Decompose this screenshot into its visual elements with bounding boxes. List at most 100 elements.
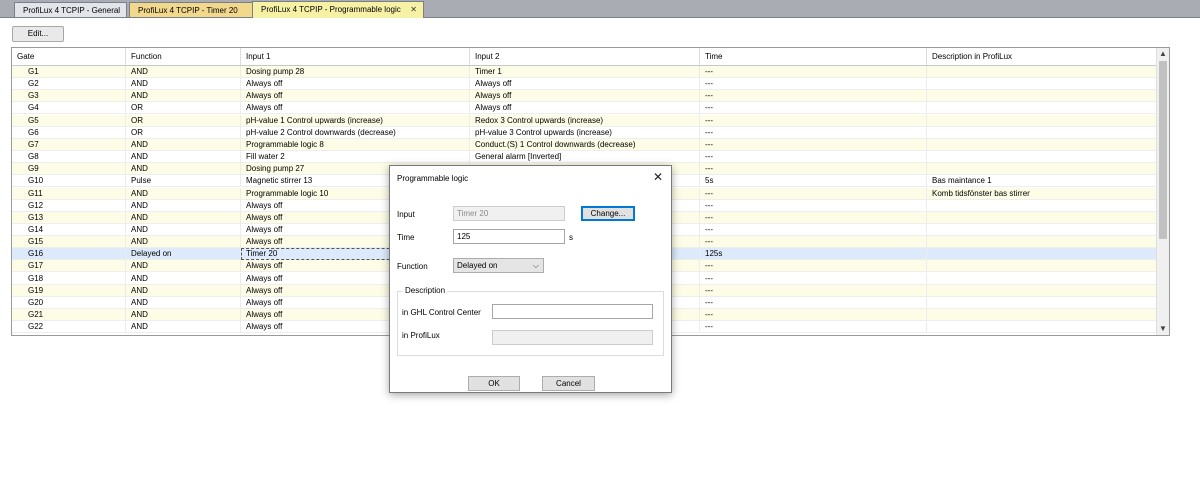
cell-input-2: pH-value 3 Control upwards (increase) bbox=[470, 126, 700, 139]
cell-gate: G11 bbox=[12, 187, 126, 200]
column-header-function[interactable]: Function bbox=[126, 48, 241, 65]
edit-button[interactable]: Edit... bbox=[12, 26, 64, 42]
cell-input-2: General alarm [Inverted] bbox=[470, 151, 700, 164]
cell-function: AND bbox=[126, 163, 241, 176]
cell-time: --- bbox=[700, 66, 927, 78]
cell-description bbox=[927, 273, 1158, 285]
cell-function: OR bbox=[126, 126, 241, 139]
cell-function: Delayed on bbox=[126, 248, 241, 261]
cell-gate: G13 bbox=[12, 211, 126, 224]
function-select[interactable]: Delayed on ⌵ bbox=[453, 258, 544, 273]
cancel-button[interactable]: Cancel bbox=[542, 376, 595, 391]
profilux-description-label: in ProfiLux bbox=[402, 331, 440, 340]
cell-gate: G18 bbox=[12, 272, 126, 285]
scroll-thumb[interactable] bbox=[1159, 61, 1167, 239]
cell-time: --- bbox=[700, 223, 927, 236]
cell-description bbox=[927, 260, 1158, 272]
vertical-scrollbar[interactable]: ▲ ▼ bbox=[1156, 48, 1169, 335]
tab-label: ProfiLux 4 TCPIP - General bbox=[23, 6, 121, 15]
cell-time: --- bbox=[700, 284, 927, 297]
cell-description bbox=[927, 224, 1158, 236]
table-header: Gate Function Input 1 Input 2 Time Descr… bbox=[12, 48, 1158, 66]
cell-gate: G12 bbox=[12, 199, 126, 212]
table-row[interactable]: G7 AND Programmable logic 8 Conduct.(S) 1 C… bbox=[12, 138, 1158, 151]
cell-gate: G20 bbox=[12, 296, 126, 309]
table-row[interactable]: G3 AND Always off Always off --- bbox=[12, 90, 1158, 103]
tab-general[interactable]: ProfiLux 4 TCPIP - General bbox=[14, 2, 127, 17]
cell-description bbox=[927, 90, 1158, 102]
cell-gate: G1 bbox=[12, 66, 126, 78]
cell-description bbox=[927, 163, 1158, 175]
dialog-title: Programmable logic bbox=[397, 174, 469, 183]
cell-input-2: Always off bbox=[470, 90, 700, 103]
cell-time: --- bbox=[700, 78, 927, 91]
cell-description bbox=[927, 115, 1158, 127]
input-field: Timer 20 bbox=[453, 206, 565, 221]
ghl-description-input[interactable] bbox=[492, 304, 653, 319]
input-label: Input bbox=[397, 210, 415, 219]
ok-button[interactable]: OK bbox=[468, 376, 520, 391]
cell-description bbox=[927, 236, 1158, 248]
scroll-down-icon[interactable]: ▼ bbox=[1157, 323, 1169, 335]
cell-gate: G5 bbox=[12, 114, 126, 127]
description-group: Description bbox=[397, 286, 664, 356]
cell-gate: G3 bbox=[12, 90, 126, 103]
close-icon[interactable]: ✕ bbox=[410, 5, 417, 14]
close-icon[interactable]: ✕ bbox=[653, 170, 663, 184]
table-row[interactable]: G4 OR Always off Always off --- bbox=[12, 102, 1158, 115]
table-row[interactable]: G6 OR pH-value 2 Control downwards (decrea… bbox=[12, 126, 1158, 139]
change-button[interactable]: Change... bbox=[581, 206, 635, 221]
cell-gate: G10 bbox=[12, 175, 126, 188]
cell-description bbox=[927, 321, 1158, 333]
cell-function: AND bbox=[126, 199, 241, 212]
cell-gate: G19 bbox=[12, 284, 126, 297]
cell-function: AND bbox=[126, 138, 241, 151]
time-input[interactable]: 125 bbox=[453, 229, 565, 244]
table-row[interactable]: G1 AND Dosing pump 28 Timer 1 --- bbox=[12, 66, 1158, 78]
cell-gate: G16 bbox=[12, 248, 126, 261]
cell-time: --- bbox=[700, 163, 927, 176]
cell-description bbox=[927, 78, 1158, 90]
column-header-time[interactable]: Time bbox=[700, 48, 927, 65]
cell-function: OR bbox=[126, 114, 241, 127]
cell-function: AND bbox=[126, 66, 241, 78]
column-header-input-2[interactable]: Input 2 bbox=[470, 48, 700, 65]
cell-time: --- bbox=[700, 309, 927, 321]
cell-description bbox=[927, 139, 1158, 151]
cell-input-1: Always off bbox=[241, 102, 470, 115]
scroll-up-icon[interactable]: ▲ bbox=[1157, 48, 1169, 60]
cell-gate: G15 bbox=[12, 236, 126, 249]
time-label: Time bbox=[397, 233, 415, 242]
cell-input-2: Always off bbox=[470, 78, 700, 91]
function-label: Function bbox=[397, 262, 428, 271]
cell-input-1: Always off bbox=[241, 78, 470, 91]
cell-function: AND bbox=[126, 236, 241, 249]
tab-label: ProfiLux 4 TCPIP - Programmable logic bbox=[261, 5, 401, 14]
column-header-gate[interactable]: Gate bbox=[12, 48, 126, 65]
cell-time: 5s bbox=[700, 175, 927, 188]
function-select-value: Delayed on bbox=[457, 261, 498, 270]
cell-description bbox=[927, 285, 1158, 297]
cell-description bbox=[927, 297, 1158, 309]
cell-gate: G14 bbox=[12, 223, 126, 236]
ghl-description-label: in GHL Control Center bbox=[402, 308, 481, 317]
cell-gate: G22 bbox=[12, 321, 126, 334]
cell-function: AND bbox=[126, 296, 241, 309]
cell-input-1: Always off bbox=[241, 90, 470, 103]
cell-time: --- bbox=[700, 199, 927, 212]
table-row[interactable]: G5 OR pH-value 1 Control upwards (increase… bbox=[12, 114, 1158, 127]
cell-input-2: Redox 3 Control upwards (increase) bbox=[470, 114, 700, 127]
cell-input-1: Dosing pump 28 bbox=[241, 66, 470, 78]
tab-programmable-logic[interactable]: ProfiLux 4 TCPIP - Programmable logic ✕ bbox=[252, 1, 424, 18]
cell-description bbox=[927, 248, 1158, 260]
column-header-description[interactable]: Description in ProfiLux bbox=[927, 48, 1158, 65]
cell-function: AND bbox=[126, 78, 241, 91]
table-row[interactable]: G8 AND Fill water 2 General alarm [Inverted… bbox=[12, 151, 1158, 164]
cell-function: AND bbox=[126, 309, 241, 321]
table-row[interactable]: G2 AND Always off Always off --- bbox=[12, 78, 1158, 91]
cell-description: Bas maintance 1 bbox=[932, 176, 992, 186]
tab-timer-20[interactable]: ProfiLux 4 TCPIP - Timer 20 bbox=[129, 2, 254, 17]
description-legend: Description bbox=[403, 286, 448, 295]
profilux-description-input bbox=[492, 330, 653, 345]
column-header-input-1[interactable]: Input 1 bbox=[241, 48, 470, 65]
